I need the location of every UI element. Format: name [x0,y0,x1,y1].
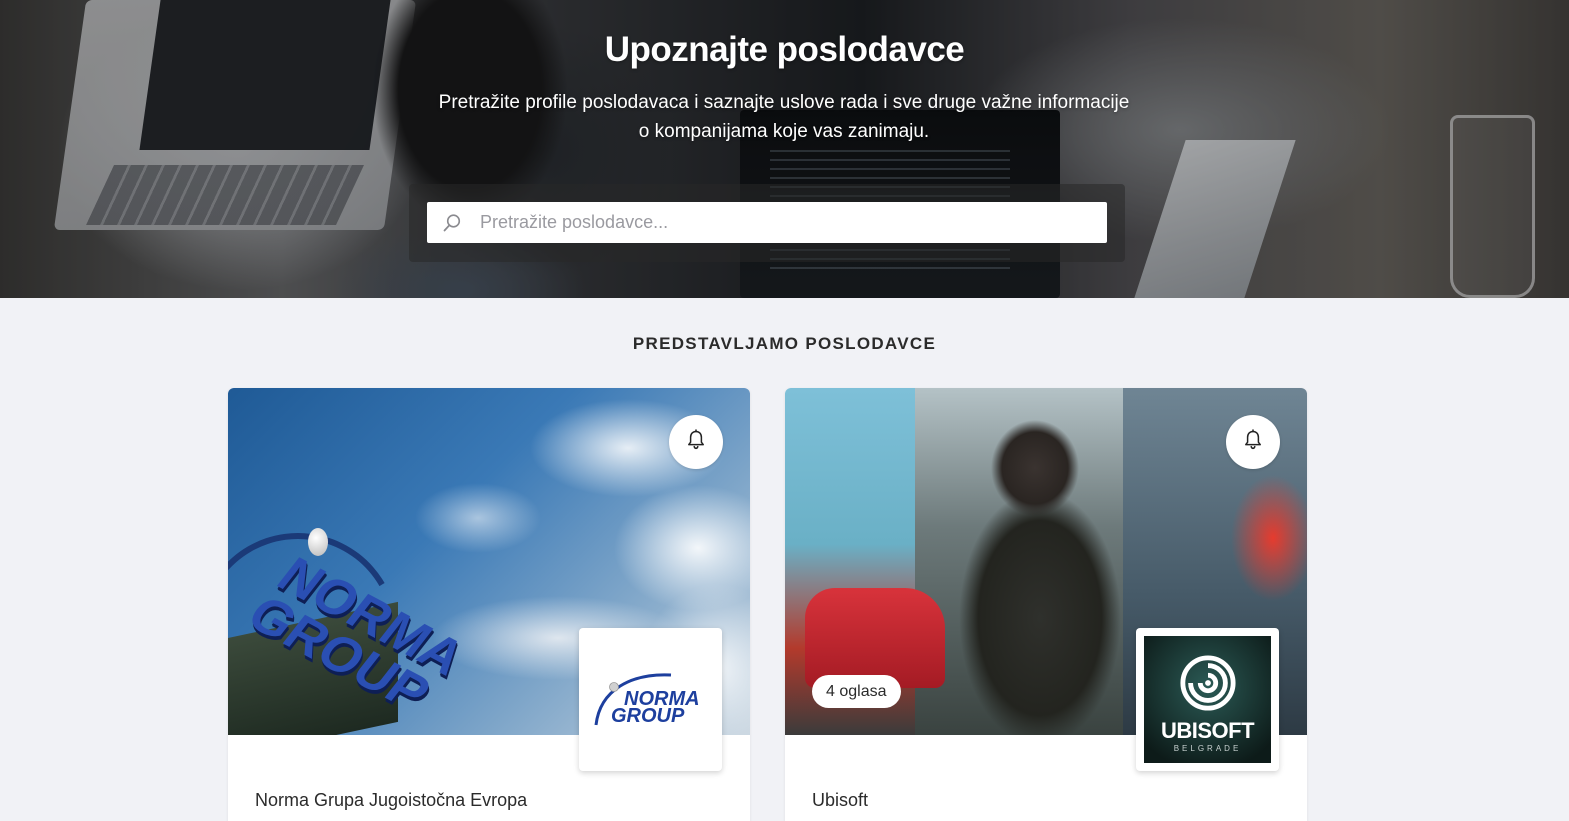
page-title: Upoznajte poslodavce [604,30,965,69]
employer-logo[interactable]: NORMA GROUP [579,628,722,771]
follow-employer-button[interactable] [669,415,723,469]
search-input[interactable] [480,202,1107,243]
follow-employer-button[interactable] [1226,415,1280,469]
search-icon [442,213,462,233]
game-art-soldier [945,408,1135,735]
employer-name[interactable]: Norma Grupa Jugoistočna Evropa [255,790,527,811]
search-bar [427,202,1107,243]
bell-icon [686,429,706,455]
ubisoft-swirl-icon [1179,655,1236,711]
employer-card-norma[interactable]: NORMA GROUP NORMA GROUP Norma Grupa Jugoi… [228,388,750,821]
featured-employers-heading: PREDSTAVLJAMO POSLODAVCE [632,334,937,353]
page-subtitle: Pretražite profile poslodavaca i saznajt… [438,92,1130,142]
bell-icon [1243,429,1263,455]
employer-card-ubisoft[interactable]: 4 oglasa UBISOFT BELGRADE Ubisoft [785,388,1307,821]
norma-logo-line2: GROUP [611,705,685,727]
ubisoft-logo: UBISOFT BELGRADE [1144,636,1271,763]
hero-banner: Upoznajte poslodavce Pretražite profile … [0,0,1569,298]
game-art-car [805,588,945,688]
employer-name[interactable]: Ubisoft [812,790,868,811]
job-count-badge[interactable]: 4 oglasa [812,675,901,708]
ubisoft-logo-city: BELGRADE [1173,744,1242,753]
ubisoft-logo-word: UBISOFT [1160,718,1255,743]
norma-group-logo: NORMA GROUP [586,665,716,735]
employer-logo[interactable]: UBISOFT BELGRADE [1136,628,1279,771]
